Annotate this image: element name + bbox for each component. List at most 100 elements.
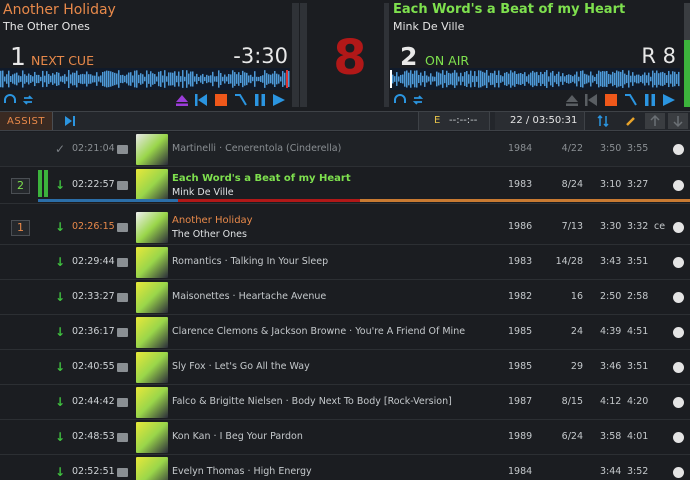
waveform-bar [638,74,640,84]
waveform-bar [206,74,208,84]
waveform-bar [402,74,404,84]
waveform-bar [592,75,594,83]
status-dot[interactable] [673,257,684,268]
waveform-bar [646,75,648,83]
waveform-bar [102,71,104,87]
waveform-bar [392,74,394,84]
waveform-bar [652,70,654,88]
loop-icon[interactable] [410,92,426,108]
headphones-icon[interactable] [392,92,408,108]
waveform-bar [620,71,622,87]
move-down-button[interactable] [668,113,688,129]
row-year: 1985 [508,361,533,372]
lock-icon [117,363,128,372]
loop-icon[interactable] [20,92,36,108]
waveform-bar [284,72,286,86]
row-year: 1985 [508,326,533,337]
row-title: Sly Fox · Let's Go All the Way [172,361,310,372]
row-title: Evelyn Thomas · High Energy [172,466,312,477]
status-dot[interactable] [673,144,684,155]
waveform-bar [648,72,650,86]
waveform-bar [12,74,14,84]
skip-back-icon[interactable] [583,92,599,108]
playlist-row[interactable]: ✓ 02:21:04 Martinelli · Cenerentola (Cinde… [0,132,690,167]
move-up-button[interactable] [645,113,665,129]
waveform-bar [640,75,642,83]
row-duration: 3:58 [600,431,622,442]
album-cover [136,134,168,165]
waveform-bar [486,70,488,88]
waveform-bar [528,74,530,84]
stop-icon[interactable] [213,92,229,108]
waveform-bar [220,72,222,86]
playlist-row[interactable]: ↓ 02:29:44 Romantics · Talking In Your Sle… [0,245,690,280]
waveform-bar [632,72,634,86]
playlist-row[interactable]: ↓ 02:44:42 Falco & Brigitte Nielsen · Body… [0,385,690,420]
lock-icon [117,223,128,232]
pause-icon[interactable] [642,92,658,108]
play-icon[interactable] [271,92,287,108]
status-dot[interactable] [673,432,684,443]
pause-icon[interactable] [252,92,268,108]
waveform-bar [524,72,526,86]
waveform-bar [474,71,476,87]
row-duration: 3:46 [600,361,622,372]
eject-icon[interactable] [564,92,580,108]
waveform-bar [208,75,210,83]
waveform-bar [28,73,30,85]
deck-a-waveform[interactable] [0,68,290,90]
row-title: Maisonettes · Heartache Avenue [172,291,327,302]
status-dot[interactable] [673,292,684,303]
waveform-bar [450,73,452,85]
waveform-bar [212,71,214,87]
waveform-bar [258,76,260,82]
waveform-bar [534,72,536,86]
row-duration: 3:50 [600,143,622,154]
playlist-row[interactable]: ↓ 02:48:53 Kon Kan · I Beg Your Pardon 1989… [0,420,690,455]
playlist-row[interactable]: ↓ 02:33:27 Maisonettes · Heartache Avenue 1… [0,280,690,315]
playlist-row[interactable]: 1 ↓ 02:26:15 Another Holiday The Other Ones 1… [0,210,690,245]
play-icon[interactable] [661,92,677,108]
status-dot[interactable] [673,397,684,408]
playlist-row[interactable]: ↓ 02:36:17 Clarence Clemons & Jackson Brow… [0,315,690,350]
status-dot[interactable] [673,467,684,478]
waveform-bar [62,75,64,83]
fade-icon[interactable] [623,92,639,108]
waveform-bar [644,72,646,86]
waveform-bar [488,75,490,83]
playlist-row[interactable]: ↓ 02:52:51 Evelyn Thomas · High Energy 1984… [0,455,690,480]
stop-icon[interactable] [603,92,619,108]
headphones-icon[interactable] [2,92,18,108]
waveform-bar [520,72,522,86]
skip-to-next-icon[interactable] [62,113,78,129]
status-dot[interactable] [673,222,684,233]
waveform-bar [140,73,142,85]
fade-icon[interactable] [233,92,249,108]
waveform-bar [86,71,88,87]
album-cover [136,457,168,480]
playlist-row[interactable]: ↓ 02:40:55 Sly Fox · Let's Go All the Way 1… [0,350,690,385]
assist-button[interactable]: ASSIST [0,112,53,130]
sort-icon[interactable] [595,113,611,129]
row-key: 4/22 [561,143,583,154]
status-dot[interactable] [673,362,684,373]
waveform-bar [558,71,560,87]
row-duration: 3:10 [600,179,622,190]
playlist-row[interactable]: 2 ↓ 02:22:57 Each Word's a Beat of my Heart… [0,167,690,204]
waveform-bar [426,75,428,83]
waveform-bar [572,76,574,82]
waveform-bar [288,71,290,87]
row-artist: The Other Ones [172,229,247,240]
eject-icon[interactable] [174,92,190,108]
waveform-bar [112,72,114,86]
skip-back-icon[interactable] [193,92,209,108]
edit-icon[interactable] [623,113,639,129]
waveform-bar [576,71,578,87]
waveform-bar [464,72,466,86]
row-title: Martinelli · Cenerentola (Cinderella) [172,143,342,154]
deck-b-waveform[interactable] [390,68,680,90]
status-dot[interactable] [673,180,684,191]
waveform-bar [490,72,492,86]
waveform-bar [276,73,278,85]
status-dot[interactable] [673,327,684,338]
